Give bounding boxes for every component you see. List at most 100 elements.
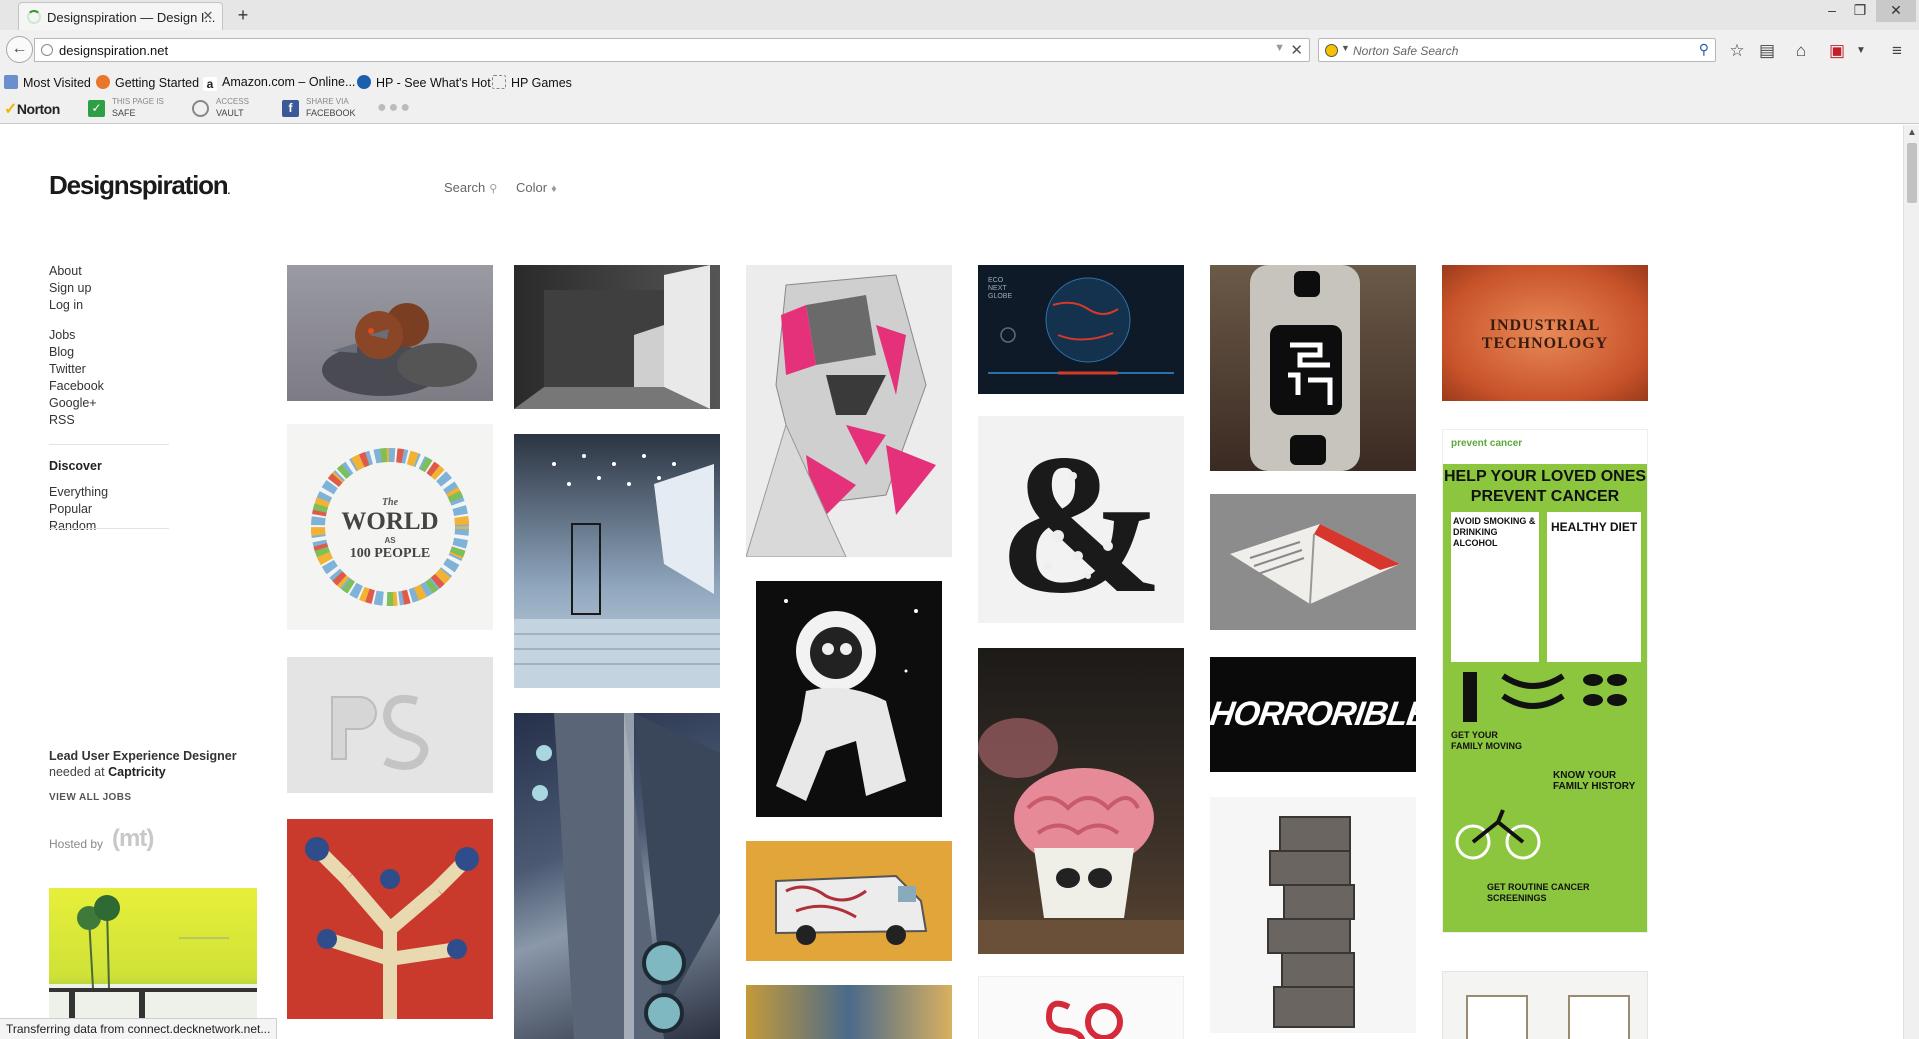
site-logo[interactable]: Designspiration.: [49, 170, 230, 201]
tree-poster-image: [305, 837, 479, 1019]
restore-button[interactable]: ❐: [1846, 0, 1874, 22]
ampersand-image: &: [998, 416, 1165, 623]
sidebar-item-jobs[interactable]: Jobs: [49, 327, 209, 344]
thumbnail-industrial-technology[interactable]: INDUSTRIAL TECHNOLOGY: [1442, 265, 1648, 401]
thumbnail-eco-globe[interactable]: ECO NEXT GLOBE: [978, 265, 1184, 394]
norton-toolbar: ✓Norton ✓ THIS PAGE IS SAFE ACCESS VAULT…: [4, 97, 412, 119]
bookmark-star-icon[interactable]: ☆: [1726, 40, 1748, 62]
norton-toolbar-icon[interactable]: ▣: [1826, 40, 1848, 62]
sidebar-item-random[interactable]: Random: [49, 518, 209, 535]
sidebar-item-popular[interactable]: Popular: [49, 501, 209, 518]
thumbnail-brain-cupcake[interactable]: [978, 648, 1184, 954]
thumbnail-red-tree-poster[interactable]: [287, 819, 493, 1019]
job-listing-company[interactable]: needed at Captricity: [49, 764, 166, 780]
url-text[interactable]: designspiration.net: [59, 43, 168, 58]
sidebar-account-links: About Sign up Log in: [49, 263, 209, 314]
scroll-up-icon[interactable]: ▲: [1907, 127, 1917, 138]
thumbnail-horrorible[interactable]: HORRORIBLE: [1210, 657, 1416, 772]
search-link[interactable]: Search ⚲: [444, 180, 497, 195]
url-dropdown-icon[interactable]: ▼: [1274, 42, 1285, 54]
browser-tab[interactable]: Designspiration — Design I... ✕: [18, 2, 223, 30]
eco-label: ECO NEXT GLOBE: [988, 277, 1013, 300]
thumbnail-partial-bottom[interactable]: [746, 985, 952, 1039]
bookmark-amazon[interactable]: a Amazon.com – Online...: [203, 75, 355, 91]
thumbnail-stacked-shelves[interactable]: [1210, 797, 1416, 1033]
norton-search-icon: [1325, 44, 1338, 57]
ad-image[interactable]: [49, 888, 257, 1039]
stop-icon[interactable]: ✕: [1290, 41, 1303, 59]
thumbnail-ducks[interactable]: [287, 265, 493, 401]
norton-logo[interactable]: ✓Norton: [4, 99, 60, 119]
infographic-panel: [1547, 512, 1641, 662]
page-icon: [492, 75, 506, 89]
sidebar-divider: [49, 528, 169, 529]
thumbnail-ps-letterpress[interactable]: [287, 657, 493, 793]
bookmarks-menu-icon[interactable]: ▤: [1756, 40, 1778, 62]
thumbnail-prevent-cancer-infographic[interactable]: prevent cancer HELP YOUR LOVED ONES PREV…: [1442, 429, 1648, 933]
search-engine-dropdown-icon[interactable]: ▼: [1341, 43, 1350, 53]
sidebar-item-facebook[interactable]: Facebook: [49, 378, 209, 395]
sidebar-item-twitter[interactable]: Twitter: [49, 361, 209, 378]
drop-icon: ♦: [551, 183, 557, 195]
astronaut-image: [756, 581, 942, 817]
sidebar-item-log-in[interactable]: Log in: [49, 297, 209, 314]
page-scrollbar[interactable]: ▲: [1903, 125, 1919, 1039]
hp-icon: [357, 75, 371, 89]
light-room-image: [514, 265, 710, 409]
thumbnail-astronaut-skeleton[interactable]: [746, 581, 952, 817]
close-tab-icon[interactable]: ✕: [200, 8, 216, 24]
navigation-bar: ← designspiration.net ▼ ✕ ▼ Norton Safe …: [0, 34, 1919, 66]
tab-title: Designspiration — Design I...: [47, 10, 216, 25]
thumbnail-marilyn-polygon[interactable]: [746, 265, 952, 557]
toolbar-dropdown-icon[interactable]: ▼: [1850, 40, 1872, 62]
bookmark-hp-whats-hot[interactable]: HP - See What's Hot: [357, 75, 491, 90]
minimize-button[interactable]: –: [1818, 0, 1846, 22]
new-tab-button[interactable]: +: [232, 4, 254, 26]
address-bar[interactable]: designspiration.net ▼ ✕: [34, 38, 1310, 62]
thumbnail-framed-art[interactable]: [1442, 971, 1648, 1039]
norton-check-icon: ✓: [4, 101, 17, 118]
globe-icon: [41, 44, 53, 56]
thumbnail-light-room[interactable]: [514, 265, 720, 409]
sidebar-social-links: Jobs Blog Twitter Facebook Google+ RSS: [49, 327, 209, 429]
thumbnail-open-magazine[interactable]: [1210, 494, 1416, 630]
menu-icon[interactable]: ≡: [1886, 40, 1908, 62]
frames-image: [1466, 995, 1630, 1039]
sidebar-divider: [49, 444, 169, 445]
home-icon[interactable]: ⌂: [1790, 40, 1812, 62]
van-image: [775, 874, 928, 945]
more-dots-icon[interactable]: ●●●: [377, 100, 412, 116]
thumbnail-world-as-100-people[interactable]: The WORLD AS 100 PEOPLE: [287, 424, 493, 630]
ducks-image: [322, 303, 477, 396]
sidebar-item-about[interactable]: About: [49, 263, 209, 280]
sidebar-item-google-plus[interactable]: Google+: [49, 395, 209, 412]
sidebar-item-sign-up[interactable]: Sign up: [49, 280, 209, 297]
thumbnail-qr-signpost[interactable]: [1210, 265, 1416, 471]
thumbnail-spaceship[interactable]: [514, 713, 720, 1039]
sidebar-item-everything[interactable]: Everything: [49, 484, 209, 501]
sidebar-item-rss[interactable]: RSS: [49, 412, 209, 429]
thumbnail-so-logo[interactable]: [978, 976, 1184, 1039]
bookmark-getting-started[interactable]: Getting Started: [96, 75, 199, 90]
mediatemple-logo[interactable]: (mt): [112, 825, 154, 853]
bookmark-most-visited[interactable]: Most Visited: [4, 75, 91, 90]
back-button[interactable]: ←: [6, 36, 33, 63]
color-link[interactable]: Color ♦: [516, 180, 557, 195]
thumbnail-floral-ampersand[interactable]: &: [978, 416, 1184, 623]
scrollbar-thumb[interactable]: [1907, 143, 1917, 203]
view-all-jobs-link[interactable]: VIEW ALL JOBS: [49, 792, 131, 803]
search-bar[interactable]: ▼ Norton Safe Search ⚲: [1318, 38, 1716, 62]
magazine-image: [1230, 524, 1400, 605]
thumbnail-anechoic-chamber[interactable]: [514, 434, 720, 688]
bookmark-hp-games[interactable]: HP Games: [492, 75, 572, 90]
search-placeholder[interactable]: Norton Safe Search: [1353, 44, 1458, 58]
chamber-image: [514, 454, 720, 688]
job-listing-title[interactable]: Lead User Experience Designer: [49, 748, 249, 764]
amazon-icon: a: [203, 77, 217, 91]
sidebar-item-blog[interactable]: Blog: [49, 344, 209, 361]
thumbnail-graffiti-van[interactable]: [746, 841, 952, 961]
marilyn-polygon-image: [746, 274, 936, 557]
close-window-button[interactable]: ✕: [1876, 0, 1916, 22]
search-icon[interactable]: ⚲: [1699, 41, 1709, 58]
safe-check-icon: ✓: [88, 100, 105, 117]
